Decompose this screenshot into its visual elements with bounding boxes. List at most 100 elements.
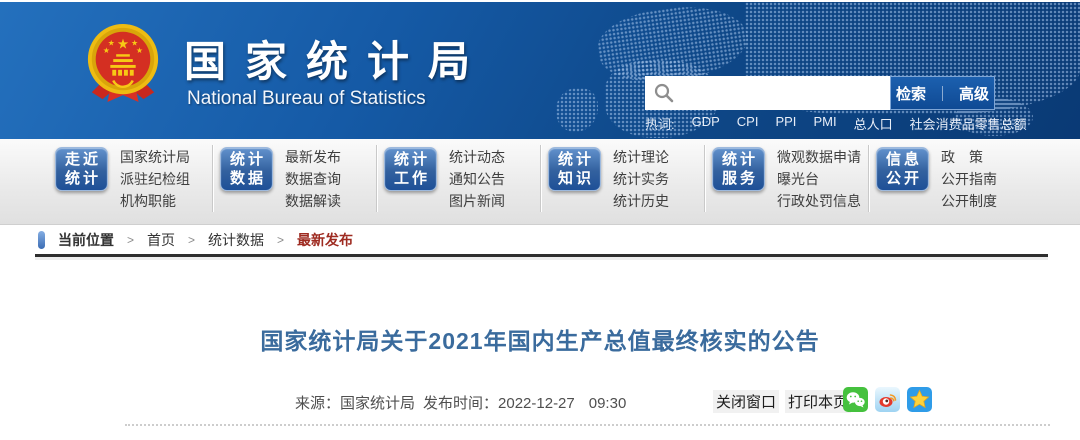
- nav-badge-work[interactable]: 统计 工作: [384, 147, 437, 191]
- hot-words-bar: 热词: GDP CPI PPI PMI 总人口 社会消费品零售总额: [645, 114, 1027, 133]
- source-label: 来源：: [295, 395, 340, 412]
- publish-date: 2022-12-27: [498, 395, 575, 412]
- article-source: 来源：国家统计局: [295, 392, 415, 413]
- hot-word-pmi[interactable]: PMI: [813, 114, 836, 133]
- nav-section-about: 走近 统计 国家统计局 派驻纪检组 机构职能: [48, 145, 212, 212]
- nav-badge-line: 走近: [62, 150, 101, 169]
- search-input[interactable]: [675, 79, 890, 107]
- nav-badge-line: 知识: [555, 169, 594, 188]
- site-title: 国家统计局: [184, 28, 489, 89]
- nav-section-knowledge: 统计 知识 统计理论 统计实务 统计历史: [540, 145, 704, 212]
- hot-word-population[interactable]: 总人口: [854, 114, 893, 133]
- hot-words-label: 热词:: [645, 114, 675, 133]
- main-nav: 走近 统计 国家统计局 派驻纪检组 机构职能 统计 数据 最新发布 数据查询 数…: [0, 139, 1080, 225]
- breadcrumb-pill-icon: [38, 231, 45, 249]
- nav-links: 政 策 公开指南 公开制度: [941, 145, 997, 212]
- breadcrumb-divider-rule: [35, 254, 1048, 257]
- nav-badge-line: 统计: [719, 150, 758, 169]
- advanced-search-label[interactable]: 高级: [959, 83, 989, 104]
- nav-link[interactable]: 派驻纪检组: [120, 168, 190, 190]
- page: ★ ★ ★ ★ ★ 国家统计局 National Bureau of Stati…: [0, 0, 1080, 440]
- hot-word-ppi[interactable]: PPI: [775, 114, 796, 133]
- nav-link[interactable]: 数据解读: [285, 190, 341, 212]
- chevron-right-icon: >: [127, 233, 134, 247]
- nav-badge-disclosure[interactable]: 信息 公开: [876, 147, 929, 191]
- nav-link[interactable]: 最新发布: [285, 146, 341, 168]
- nav-link[interactable]: 统计动态: [449, 146, 505, 168]
- site-banner: ★ ★ ★ ★ ★ 国家统计局 National Bureau of Stati…: [0, 0, 1080, 139]
- share-icons: [843, 387, 932, 412]
- close-window-button[interactable]: 关闭窗口: [713, 390, 779, 413]
- nav-badge-knowledge[interactable]: 统计 知识: [548, 147, 601, 191]
- nav-links: 微观数据申请 曝光台 行政处罚信息: [777, 145, 861, 212]
- wechat-share-icon[interactable]: [843, 387, 868, 412]
- nav-badge-line: 工作: [391, 169, 430, 188]
- nav-badge-line: 统计: [227, 150, 266, 169]
- breadcrumb: 当前位置 > 首页 > 统计数据 > 最新发布: [38, 229, 353, 251]
- nav-link[interactable]: 行政处罚信息: [777, 190, 861, 212]
- search-input-wrap: [645, 76, 890, 110]
- nav-badge-line: 服务: [719, 169, 758, 188]
- nav-link[interactable]: 机构职能: [120, 190, 190, 212]
- main-nav-inner: 走近 统计 国家统计局 派驻纪检组 机构职能 统计 数据 最新发布 数据查询 数…: [48, 145, 1032, 212]
- svg-text:★: ★: [117, 36, 129, 51]
- article-title: 国家统计局关于2021年国内生产总值最终核实的公告: [0, 322, 1080, 356]
- nav-link[interactable]: 政 策: [941, 146, 997, 168]
- search-button-label: 检索: [896, 83, 926, 104]
- nav-section-data: 统计 数据 最新发布 数据查询 数据解读: [212, 145, 376, 212]
- nav-link[interactable]: 微观数据申请: [777, 146, 861, 168]
- nav-link[interactable]: 数据查询: [285, 168, 341, 190]
- nav-links: 统计动态 通知公告 图片新闻: [449, 145, 505, 212]
- nav-link[interactable]: 公开制度: [941, 190, 997, 212]
- nav-links: 最新发布 数据查询 数据解读: [285, 145, 341, 212]
- publish-time: 09:30: [589, 395, 627, 412]
- search-button-divider: ｜: [935, 83, 950, 104]
- nav-badge-line: 统计: [62, 169, 101, 188]
- nav-badge-line: 统计: [555, 150, 594, 169]
- nav-link[interactable]: 国家统计局: [120, 146, 190, 168]
- nav-section-service: 统计 服务 微观数据申请 曝光台 行政处罚信息: [704, 145, 868, 212]
- nav-section-disclosure: 信息 公开 政 策 公开指南 公开制度: [868, 145, 1032, 212]
- nav-links: 国家统计局 派驻纪检组 机构职能: [120, 145, 190, 212]
- search-bar: 检索 ｜ 高级: [645, 76, 995, 110]
- hot-word-cpi[interactable]: CPI: [737, 114, 759, 133]
- article-actions: 关闭窗口 打印本页: [713, 390, 851, 413]
- breadcrumb-current[interactable]: 最新发布: [297, 230, 353, 250]
- nav-section-work: 统计 工作 统计动态 通知公告 图片新闻: [376, 145, 540, 212]
- search-button[interactable]: 检索 ｜ 高级: [890, 76, 995, 110]
- world-map-decoration: [556, 88, 598, 132]
- hot-word-gdp[interactable]: GDP: [692, 114, 720, 133]
- nav-badge-line: 统计: [391, 150, 430, 169]
- content-dotted-divider: [125, 424, 1050, 426]
- nav-badge-service[interactable]: 统计 服务: [712, 147, 765, 191]
- nav-link[interactable]: 通知公告: [449, 168, 505, 190]
- print-page-button[interactable]: 打印本页: [785, 390, 851, 413]
- nav-badge-about[interactable]: 走近 统计: [55, 147, 108, 191]
- site-subtitle: National Bureau of Statistics: [187, 88, 426, 110]
- svg-text:★: ★: [136, 46, 143, 55]
- nav-link[interactable]: 曝光台: [777, 168, 861, 190]
- qzone-share-icon[interactable]: [907, 387, 932, 412]
- breadcrumb-statistics-data[interactable]: 统计数据: [208, 230, 264, 250]
- nav-link[interactable]: 统计理论: [613, 146, 669, 168]
- nav-badge-line: 数据: [227, 169, 266, 188]
- nav-link[interactable]: 图片新闻: [449, 190, 505, 212]
- hot-word-retail[interactable]: 社会消费品零售总额: [910, 114, 1027, 133]
- publish-label: 发布时间：: [423, 395, 498, 412]
- nav-badge-line: 信息: [883, 150, 922, 169]
- article-meta: 来源：国家统计局 发布时间：2022-12-27 09:30 关闭窗口 打印本页: [0, 386, 1080, 416]
- nav-link[interactable]: 公开指南: [941, 168, 997, 190]
- national-emblem-logo[interactable]: ★ ★ ★ ★ ★: [84, 22, 162, 104]
- svg-text:★: ★: [103, 46, 110, 55]
- nav-link[interactable]: 统计实务: [613, 168, 669, 190]
- nav-links: 统计理论 统计实务 统计历史: [613, 145, 669, 212]
- breadcrumb-label: 当前位置: [58, 230, 114, 250]
- chevron-right-icon: >: [188, 233, 195, 247]
- article-publish-time: 发布时间：2022-12-27 09:30: [423, 392, 626, 413]
- chevron-right-icon: >: [277, 233, 284, 247]
- nav-link[interactable]: 统计历史: [613, 190, 669, 212]
- breadcrumb-home[interactable]: 首页: [147, 230, 175, 250]
- nav-badge-data[interactable]: 统计 数据: [220, 147, 273, 191]
- weibo-share-icon[interactable]: [875, 387, 900, 412]
- search-icon: [653, 82, 675, 104]
